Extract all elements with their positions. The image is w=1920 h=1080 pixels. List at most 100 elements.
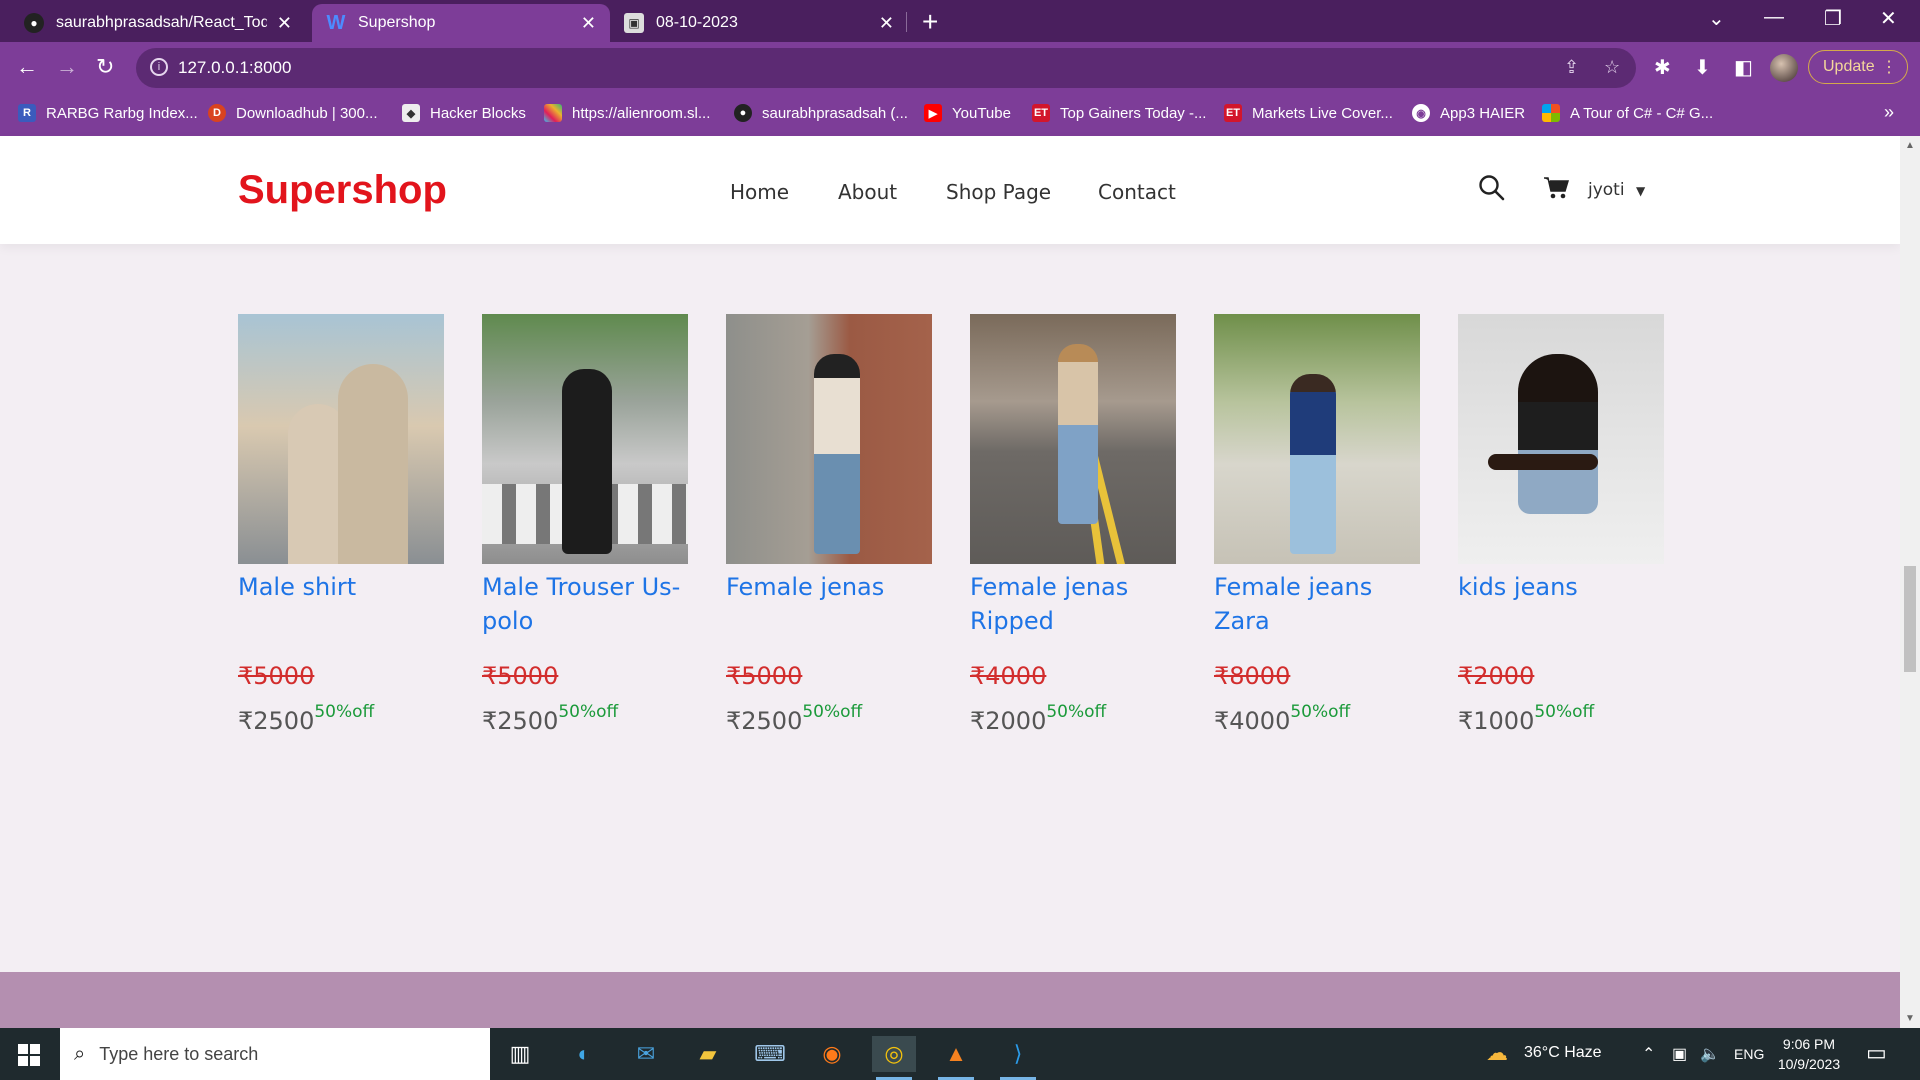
nav-about[interactable]: About <box>838 180 897 204</box>
bookmark-label: https://alienroom.sl... <box>572 104 711 122</box>
profile-avatar[interactable] <box>1770 54 1798 82</box>
nav-contact[interactable]: Contact <box>1098 180 1176 204</box>
w-logo-icon: W <box>326 11 346 34</box>
vlc-icon[interactable]: ▲ <box>934 1036 978 1080</box>
product-image[interactable] <box>970 314 1176 564</box>
more-bookmarks-icon[interactable]: » <box>1884 102 1894 123</box>
weather-icon[interactable]: ☁ <box>1486 1040 1508 1066</box>
product-price: ₹250050%off <box>482 702 688 735</box>
minimize-icon[interactable]: — <box>1764 6 1784 29</box>
product-image[interactable] <box>482 314 688 564</box>
product-card[interactable]: Female jenas ₹5000 ₹250050%off <box>726 314 932 735</box>
product-name[interactable]: kids jeans <box>1458 570 1664 650</box>
scroll-down-icon[interactable]: ▼ <box>1905 1013 1915 1024</box>
product-card[interactable]: kids jeans ₹2000 ₹100050%off <box>1458 314 1664 735</box>
site-footer <box>0 972 1900 1028</box>
network-icon[interactable]: ▣ <box>1672 1044 1687 1064</box>
bookmark-top-gainers[interactable]: ET Top Gainers Today -... <box>1032 104 1206 122</box>
address-bar[interactable]: i 127.0.0.1:8000 ⇪ ☆ <box>136 48 1636 88</box>
firefox-icon[interactable]: ◉ <box>810 1036 854 1072</box>
caret-down-icon: ▼ <box>1635 184 1646 198</box>
menu-dots-icon[interactable]: ⋮ <box>1881 57 1897 77</box>
price-value: ₹2500 <box>726 707 803 735</box>
product-name[interactable]: Male shirt <box>238 570 444 650</box>
scroll-up-icon[interactable]: ▲ <box>1905 140 1915 151</box>
scrollbar-thumb[interactable] <box>1904 566 1916 672</box>
weather-text[interactable]: 36°C Haze <box>1524 1044 1602 1062</box>
star-icon[interactable]: ☆ <box>1604 57 1620 78</box>
product-card[interactable]: Male shirt ₹5000 ₹250050%off <box>238 314 444 735</box>
product-image[interactable] <box>726 314 932 564</box>
bookmark-csharp-tour[interactable]: A Tour of C# - C# G... <box>1542 104 1713 122</box>
bookmark-hacker-blocks[interactable]: ◆ Hacker Blocks <box>402 104 526 122</box>
site-info-icon[interactable]: i <box>150 58 168 76</box>
product-card[interactable]: Female jeans Zara ₹8000 ₹400050%off <box>1214 314 1420 735</box>
product-image[interactable] <box>1214 314 1420 564</box>
product-name[interactable]: Female jeans Zara <box>1214 570 1420 650</box>
reload-icon[interactable]: ↻ <box>96 54 114 80</box>
user-menu[interactable]: jyoti ▼ <box>1588 180 1645 200</box>
slack-icon <box>544 104 562 122</box>
site-logo[interactable]: Supershop <box>238 168 447 213</box>
nav-shop-page[interactable]: Shop Page <box>946 180 1051 204</box>
bookmark-youtube[interactable]: ▶ YouTube <box>924 104 1011 122</box>
product-old-price: ₹5000 <box>238 662 315 690</box>
back-icon[interactable]: ← <box>16 54 38 80</box>
product-card[interactable]: Female jenas Ripped ₹4000 ₹200050%off <box>970 314 1176 735</box>
notifications-icon[interactable]: ▭ <box>1866 1040 1887 1066</box>
product-name[interactable]: Female jenas Ripped <box>970 570 1176 650</box>
close-tab-icon[interactable]: ✕ <box>581 13 596 34</box>
product-image[interactable] <box>1458 314 1664 564</box>
laptop-icon[interactable]: ⌨ <box>748 1036 792 1072</box>
tab-supershop[interactable]: W Supershop ✕ <box>312 4 610 42</box>
taskbar-clock[interactable]: 9:06 PM 10/9/2023 <box>1764 1034 1854 1074</box>
close-window-icon[interactable]: ✕ <box>1880 6 1897 31</box>
mail-icon[interactable]: ✉ <box>624 1036 668 1072</box>
close-tab-icon[interactable]: ✕ <box>277 13 292 34</box>
bookmark-alienroom[interactable]: https://alienroom.sl... <box>544 104 710 122</box>
tab-github[interactable]: ● saurabhprasadsah/React_Todo-App ✕ <box>10 4 306 42</box>
bookmark-app3-haier[interactable]: ◉ App3 HAIER <box>1412 104 1525 122</box>
volume-icon[interactable]: 🔈 <box>1700 1044 1720 1064</box>
tab-date[interactable]: ▣ 08-10-2023 ✕ <box>610 4 908 42</box>
edge-icon[interactable]: ◐ <box>562 1036 606 1072</box>
product-name[interactable]: Female jenas <box>726 570 932 650</box>
file-explorer-icon[interactable]: ▰ <box>686 1036 730 1072</box>
update-button[interactable]: Update ⋮ <box>1808 50 1908 84</box>
new-tab-button[interactable]: + <box>922 6 938 38</box>
extensions-icon[interactable]: ✱ <box>1654 55 1671 80</box>
product-image[interactable] <box>238 314 444 564</box>
bookmark-github-profile[interactable]: ● saurabhprasadsah (... <box>734 104 908 122</box>
globe-icon: ◉ <box>1412 104 1430 122</box>
share-icon[interactable]: ⇪ <box>1564 57 1579 78</box>
clock-date: 10/9/2023 <box>1777 1056 1841 1072</box>
vscode-icon[interactable]: ⟩ <box>996 1036 1040 1080</box>
task-view-icon[interactable]: ▥ <box>498 1036 542 1072</box>
product-name[interactable]: Male Trouser Us-polo <box>482 570 688 650</box>
chrome-icon[interactable]: ◎ <box>872 1036 916 1080</box>
cart-icon[interactable] <box>1542 174 1570 207</box>
page-scrollbar[interactable]: ▲ ▼ <box>1900 136 1920 1028</box>
url-text[interactable]: 127.0.0.1:8000 <box>178 58 291 78</box>
taskbar-search[interactable]: ⌕ Type here to search <box>60 1028 490 1080</box>
nav-home[interactable]: Home <box>730 180 789 204</box>
address-toolbar: ← → ↻ i 127.0.0.1:8000 ⇪ ☆ ✱ ⬇ ◧ Update … <box>0 42 1920 94</box>
search-icon[interactable] <box>1478 174 1506 207</box>
discount-badge: 50%off <box>314 702 375 722</box>
windows-start-icon[interactable] <box>18 1044 40 1071</box>
product-old-price: ₹5000 <box>726 662 803 690</box>
bookmark-rarbg[interactable]: R RARBG Rarbg Index... <box>18 104 198 122</box>
forward-icon[interactable]: → <box>56 54 78 80</box>
bookmark-markets-live[interactable]: ET Markets Live Cover... <box>1224 104 1393 122</box>
bookmark-downloadhub[interactable]: D Downloadhub | 300... <box>208 104 378 122</box>
side-panel-icon[interactable]: ◧ <box>1734 55 1753 80</box>
close-tab-icon[interactable]: ✕ <box>879 13 894 34</box>
language-indicator[interactable]: ENG <box>1734 1046 1764 1062</box>
tray-chevron-icon[interactable]: ⌃ <box>1642 1044 1655 1064</box>
download-icon[interactable]: ⬇ <box>1694 55 1711 80</box>
product-card[interactable]: Male Trouser Us-polo ₹5000 ₹250050%off <box>482 314 688 735</box>
restore-icon[interactable]: ❐ <box>1824 6 1842 31</box>
tab-search-icon[interactable]: ⌄ <box>1708 6 1725 31</box>
product-price: ₹400050%off <box>1214 702 1420 735</box>
bookmark-label: RARBG Rarbg Index... <box>46 104 198 122</box>
